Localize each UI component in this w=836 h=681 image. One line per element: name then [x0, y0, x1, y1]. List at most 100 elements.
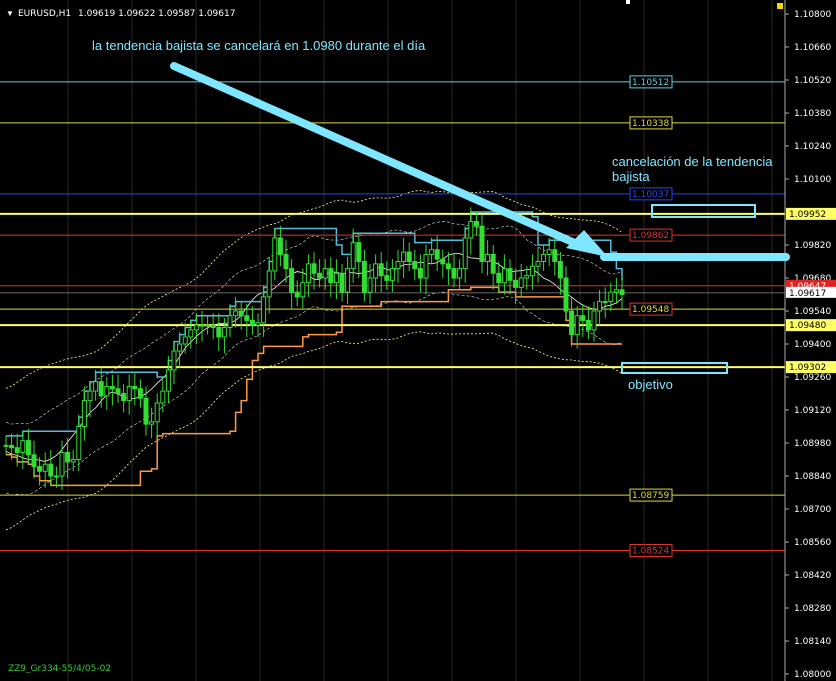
candle-body — [249, 319, 255, 326]
ohlc-values: 1.09619 1.09622 1.09587 1.09617 — [78, 9, 235, 19]
level-axis-label: 1.09952 — [789, 210, 826, 220]
candle-body — [305, 263, 311, 284]
candle-body — [333, 272, 339, 284]
target-annotation: objetivo — [628, 377, 673, 392]
candle-body — [42, 463, 48, 472]
level-axis-label: 1.09302 — [789, 363, 826, 373]
candle-body — [457, 268, 463, 279]
candle-body — [597, 301, 603, 312]
price-tick-label: 1.08840 — [794, 472, 831, 482]
symbol-label: EURUSD,H1 — [18, 9, 71, 19]
price-chart[interactable]: 1.10512 1.10338 1.10037 1.09862 1.09548 1.087… — [0, 0, 836, 681]
candle-body — [272, 237, 278, 272]
price-tick-label: 1.10800 — [794, 10, 831, 20]
candle-body — [165, 369, 171, 392]
candle-body — [569, 310, 575, 336]
price-tick-label: 1.08000 — [794, 670, 831, 680]
candle-body — [546, 249, 552, 255]
candle-body — [401, 251, 407, 262]
candle-body — [177, 343, 183, 352]
candle-body — [451, 268, 457, 279]
candle-body — [356, 242, 362, 262]
candle-body — [81, 400, 87, 428]
candle-body — [529, 265, 535, 277]
candle-body — [20, 440, 26, 453]
candle-body — [121, 393, 127, 402]
level-label: 1.09548 — [632, 305, 669, 315]
price-tick-label: 1.08420 — [794, 571, 831, 581]
candle-body — [384, 275, 390, 281]
candle-body — [115, 388, 121, 394]
price-tick-label: 1.10520 — [794, 76, 831, 86]
price-tick-label: 1.10660 — [794, 43, 831, 53]
candle-body — [417, 268, 423, 279]
candle-body — [541, 253, 547, 263]
candle-body — [93, 381, 99, 392]
candle-body — [350, 242, 356, 270]
level-label: 1.10037 — [632, 190, 669, 200]
candle-body — [311, 263, 317, 274]
candle-body — [87, 390, 93, 402]
candle-body — [473, 220, 479, 227]
candle-body — [563, 277, 569, 312]
candle-body — [154, 402, 160, 423]
dropdown-triangle-icon[interactable]: ▼ — [6, 9, 14, 18]
candle-body — [389, 268, 395, 281]
candle-body — [613, 289, 619, 293]
candle-body — [585, 319, 591, 331]
price-tick-label: 1.10380 — [794, 109, 831, 119]
price-tick-label: 1.08980 — [794, 439, 831, 449]
candle-body — [48, 463, 54, 477]
price-tick-label: 1.09540 — [794, 307, 831, 317]
candle-body — [244, 315, 250, 321]
cancel-annotation-line1: cancelación de la tendencia — [612, 154, 773, 169]
candle-body — [104, 385, 110, 397]
price-tick-label: 1.09120 — [794, 406, 831, 416]
candle-body — [339, 272, 345, 293]
candle-body — [143, 397, 149, 425]
candle-body — [361, 261, 367, 293]
candle-body — [345, 268, 351, 293]
candle-body — [552, 249, 558, 262]
candle-body — [255, 322, 261, 326]
cancel-annotation-line2: bajista — [612, 169, 650, 184]
price-tick-label: 1.08140 — [794, 637, 831, 647]
candle-body — [591, 310, 597, 331]
candle-body — [535, 261, 541, 267]
candle-body — [574, 315, 580, 336]
candle-body — [445, 263, 451, 270]
candle-body — [490, 253, 496, 274]
level-label: 1.09862 — [632, 231, 669, 241]
candle-body — [109, 385, 115, 390]
candle-body — [373, 263, 379, 279]
candle-body — [210, 324, 216, 328]
level-label: 1.10512 — [632, 78, 669, 88]
candle-body — [205, 324, 211, 327]
candle-body — [283, 253, 289, 270]
candle-body — [221, 327, 227, 338]
corner-marker-icon — [626, 0, 630, 4]
candle-body — [31, 454, 37, 468]
candle-body — [233, 310, 239, 317]
price-tick-label: 1.09260 — [794, 373, 831, 383]
candle-body — [65, 451, 71, 463]
candle-body — [3, 444, 9, 447]
level-label: 1.08524 — [632, 546, 669, 556]
candle-body — [300, 282, 306, 298]
price-tick-label: 1.08560 — [794, 538, 831, 548]
price-tick-label: 1.10240 — [794, 142, 831, 152]
candle-body — [367, 277, 373, 293]
candle-body — [132, 385, 138, 390]
candle-body — [238, 310, 244, 317]
candle-body — [137, 388, 143, 399]
candle-body — [423, 253, 429, 279]
candle-body — [406, 251, 412, 262]
candle-body — [182, 336, 188, 345]
candle-body — [126, 385, 132, 402]
candle-body — [317, 272, 323, 279]
price-tick-label: 1.09820 — [794, 241, 831, 251]
price-tick-label: 1.10100 — [794, 175, 831, 185]
price-tick-label: 1.08700 — [794, 505, 831, 515]
candle-body — [322, 268, 328, 279]
level-axis-label: 1.09480 — [789, 321, 826, 331]
